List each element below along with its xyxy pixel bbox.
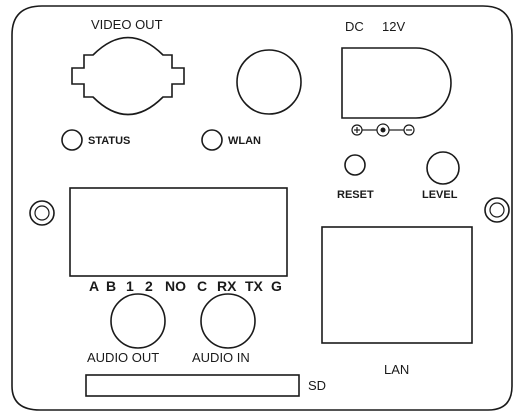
status-label: STATUS xyxy=(88,135,130,147)
dc-power-jack[interactable] xyxy=(341,47,452,119)
sd-label: SD xyxy=(308,378,326,393)
left-mounting-screw xyxy=(29,200,55,226)
audio-in-jack[interactable] xyxy=(200,293,256,349)
rear-panel-diagram: VIDEO OUT DC 12V STATUS WLAN RESET LEVEL… xyxy=(11,5,513,411)
video-out-connector[interactable] xyxy=(71,36,185,116)
reset-button[interactable] xyxy=(344,154,366,176)
terminal-block[interactable] xyxy=(69,187,288,277)
terminal-label-c: C xyxy=(197,278,207,294)
terminal-label-a: A xyxy=(89,278,99,294)
dc-voltage-label: 12V xyxy=(382,19,405,34)
sd-card-slot[interactable] xyxy=(85,374,300,397)
terminal-label-1: 1 xyxy=(126,278,134,294)
level-label: LEVEL xyxy=(422,189,458,201)
audio-in-label: AUDIO IN xyxy=(192,350,250,365)
terminal-label-b: B xyxy=(106,278,116,294)
wlan-label: WLAN xyxy=(228,135,261,147)
terminal-label-rx: RX xyxy=(217,278,237,294)
right-mounting-screw xyxy=(484,197,510,223)
antenna-connector[interactable] xyxy=(236,49,302,115)
level-knob[interactable] xyxy=(426,151,460,185)
audio-out-jack[interactable] xyxy=(110,293,166,349)
status-led xyxy=(61,129,83,151)
dc-label: DC xyxy=(345,19,364,34)
lan-label: LAN xyxy=(384,362,409,377)
polarity-symbol xyxy=(351,123,415,137)
reset-label: RESET xyxy=(337,189,374,201)
terminal-label-2: 2 xyxy=(145,278,153,294)
video-out-label: VIDEO OUT xyxy=(91,17,163,32)
terminal-label-g: G xyxy=(271,278,282,294)
audio-out-label: AUDIO OUT xyxy=(87,350,159,365)
terminal-labels: A B 1 2 NO C RX TX G xyxy=(89,278,282,294)
terminal-label-no: NO xyxy=(165,278,186,294)
wlan-led xyxy=(201,129,223,151)
lan-port[interactable] xyxy=(321,226,473,344)
terminal-label-tx: TX xyxy=(245,278,264,294)
